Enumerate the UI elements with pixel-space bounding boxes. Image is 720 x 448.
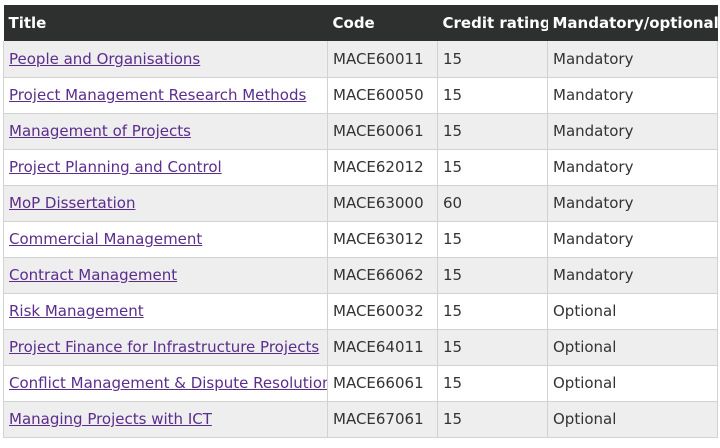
cell-credit: 15 [437,401,548,438]
course-link[interactable]: Commercial Management [9,230,202,248]
course-link[interactable]: People and Organisations [9,50,200,68]
cell-status: Mandatory [547,257,718,294]
table-row: Commercial Management MACE63012 15 Manda… [3,221,718,258]
table-row: Risk Management MACE60032 15 Optional [3,293,718,330]
cell-title: Project Management Research Methods [3,77,328,114]
table-row: Contract Management MACE66062 15 Mandato… [3,257,718,294]
table-row: Project Finance for Infrastructure Proje… [3,329,718,366]
cell-code: MACE62012 [327,149,438,186]
cell-status: Mandatory [547,185,718,222]
course-link[interactable]: Project Planning and Control [9,158,222,176]
cell-title: Project Planning and Control [3,149,328,186]
course-link[interactable]: Risk Management [9,302,144,320]
cell-credit: 15 [437,77,548,114]
course-link[interactable]: Project Finance for Infrastructure Proje… [9,338,319,356]
course-link[interactable]: Contract Management [9,266,177,284]
cell-code: MACE60050 [327,77,438,114]
cell-title: Contract Management [3,257,328,294]
cell-credit: 15 [437,221,548,258]
cell-credit: 15 [437,113,548,150]
cell-title: MoP Dissertation [3,185,328,222]
header-mandatory-optional: Mandatory/optional [552,14,718,32]
cell-code: MACE67061 [327,401,438,438]
table-row: Management of Projects MACE60061 15 Mand… [3,113,718,150]
cell-code: MACE63012 [327,221,438,258]
cell-code: MACE66062 [327,257,438,294]
cell-status: Mandatory [547,77,718,114]
table-row: Conflict Management & Dispute Resolution… [3,365,718,402]
cell-title: Project Finance for Infrastructure Proje… [3,329,328,366]
cell-code: MACE60011 [327,41,438,78]
cell-status: Optional [547,293,718,330]
cell-status: Optional [547,329,718,366]
cell-title: Commercial Management [3,221,328,258]
course-link[interactable]: Conflict Management & Dispute Resolution [9,374,328,392]
cell-code: MACE60061 [327,113,438,150]
cell-title: Management of Projects [3,113,328,150]
cell-credit: 60 [437,185,548,222]
cell-title: Conflict Management & Dispute Resolution [3,365,328,402]
course-link[interactable]: MoP Dissertation [9,194,135,212]
cell-code: MACE63000 [327,185,438,222]
table-header: Title Code Credit rating Mandatory/optio… [3,5,718,41]
table-row: MoP Dissertation MACE63000 60 Mandatory [3,185,718,222]
cell-code: MACE60032 [327,293,438,330]
cell-title: Managing Projects with ICT [3,401,328,438]
cell-credit: 15 [437,365,548,402]
cell-status: Optional [547,365,718,402]
table-row: Project Planning and Control MACE62012 1… [3,149,718,186]
cell-credit: 15 [437,257,548,294]
course-units-table: Title Code Credit rating Mandatory/optio… [3,5,718,438]
cell-credit: 15 [437,41,548,78]
header-title: Title [8,14,47,32]
table-row: Project Management Research Methods MACE… [3,77,718,114]
course-link[interactable]: Management of Projects [9,122,191,140]
cell-title: People and Organisations [3,41,328,78]
cell-code: MACE66061 [327,365,438,402]
cell-title: Risk Management [3,293,328,330]
cell-status: Mandatory [547,41,718,78]
table-row: Managing Projects with ICT MACE67061 15 … [3,401,718,438]
cell-status: Mandatory [547,221,718,258]
header-code: Code [332,14,375,32]
course-units-table-container: Title Code Credit rating Mandatory/optio… [3,5,718,438]
cell-code: MACE64011 [327,329,438,366]
cell-credit: 15 [437,329,548,366]
course-link[interactable]: Project Management Research Methods [9,86,306,104]
cell-status: Optional [547,401,718,438]
cell-status: Mandatory [547,149,718,186]
cell-credit: 15 [437,149,548,186]
table-body: People and Organisations MACE60011 15 Ma… [3,41,718,438]
cell-credit: 15 [437,293,548,330]
cell-status: Mandatory [547,113,718,150]
course-link[interactable]: Managing Projects with ICT [9,410,212,428]
header-row: Title Code Credit rating Mandatory/optio… [3,5,718,41]
header-credit-rating: Credit rating [442,14,548,32]
table-row: People and Organisations MACE60011 15 Ma… [3,41,718,78]
